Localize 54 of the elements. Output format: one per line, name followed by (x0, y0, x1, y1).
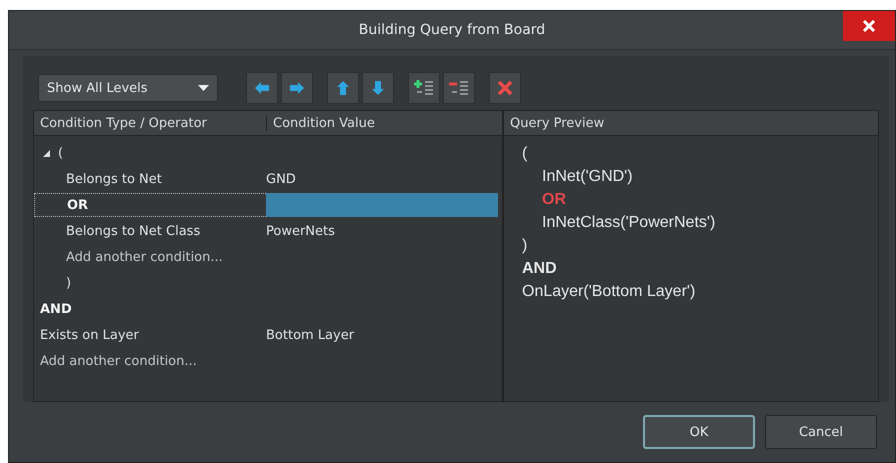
arrow-left-icon (255, 82, 269, 94)
dropdown-value: Show All Levels (47, 80, 148, 96)
move-down-button[interactable] (362, 72, 394, 104)
tree-row[interactable]: AND (34, 297, 266, 321)
tree-row[interactable]: Exists on Layer (34, 323, 266, 347)
arrow-right-icon (290, 82, 304, 94)
query-line: OnLayer('Bottom Layer') (522, 283, 696, 300)
tree-row[interactable]: Add another condition... (34, 349, 266, 373)
add-condition-link[interactable]: Add another condition... (40, 354, 197, 368)
tree-row[interactable]: ( (34, 141, 266, 165)
caret-icon (198, 85, 209, 91)
level-dropdown[interactable]: Show All Levels (38, 74, 218, 102)
tree-row[interactable]: Belongs to Net Class (34, 219, 266, 243)
delete-icon (497, 80, 513, 96)
delete-button[interactable] (489, 72, 521, 104)
condition-value: PowerNets (266, 224, 335, 238)
arrow-up-icon (337, 81, 349, 95)
tree-row[interactable]: ) (34, 271, 266, 295)
arrow-down-icon (372, 81, 384, 95)
query-line: InNet('GND') (542, 168, 633, 185)
window-title: Building Query from Board (358, 22, 546, 38)
add-list-icon (414, 79, 434, 97)
tree-row[interactable]: OR (34, 193, 266, 217)
condition-value: GND (266, 172, 296, 186)
operator-label: AND (40, 302, 72, 316)
add-condition-link[interactable]: Add another condition... (66, 250, 223, 264)
operator-label: OR (67, 198, 88, 212)
bracket-label: ) (66, 276, 72, 290)
bracket-label: ( (58, 146, 64, 160)
condition-type: Exists on Layer (40, 328, 139, 342)
tree-row[interactable]: Add another condition... (34, 245, 266, 269)
value-field[interactable] (266, 193, 498, 217)
close-icon (863, 20, 875, 32)
query-line: InNetClass('PowerNets') (542, 214, 716, 231)
panel-title: Query Preview (509, 116, 604, 130)
condition-type: Belongs to Net (66, 172, 162, 186)
move-right-button[interactable] (281, 72, 313, 104)
query-line: ( (522, 145, 528, 162)
tree-row[interactable]: Belongs to Net (34, 167, 266, 191)
move-up-button[interactable] (327, 72, 359, 104)
column-header: Condition Value (272, 116, 375, 130)
ok-button[interactable]: OK (643, 415, 755, 449)
condition-value: Bottom Layer (266, 328, 354, 342)
add-condition-button[interactable] (408, 72, 440, 104)
column-header: Condition Type / Operator (34, 116, 267, 130)
query-line: ) (522, 237, 528, 254)
query-operator: OR (542, 191, 566, 208)
remove-condition-button[interactable] (443, 72, 475, 104)
query-operator: AND (522, 260, 557, 277)
move-left-button[interactable] (246, 72, 278, 104)
close-button[interactable] (843, 11, 895, 41)
cancel-button[interactable]: Cancel (765, 415, 877, 449)
remove-list-icon (449, 79, 469, 97)
condition-type: Belongs to Net Class (66, 224, 200, 238)
